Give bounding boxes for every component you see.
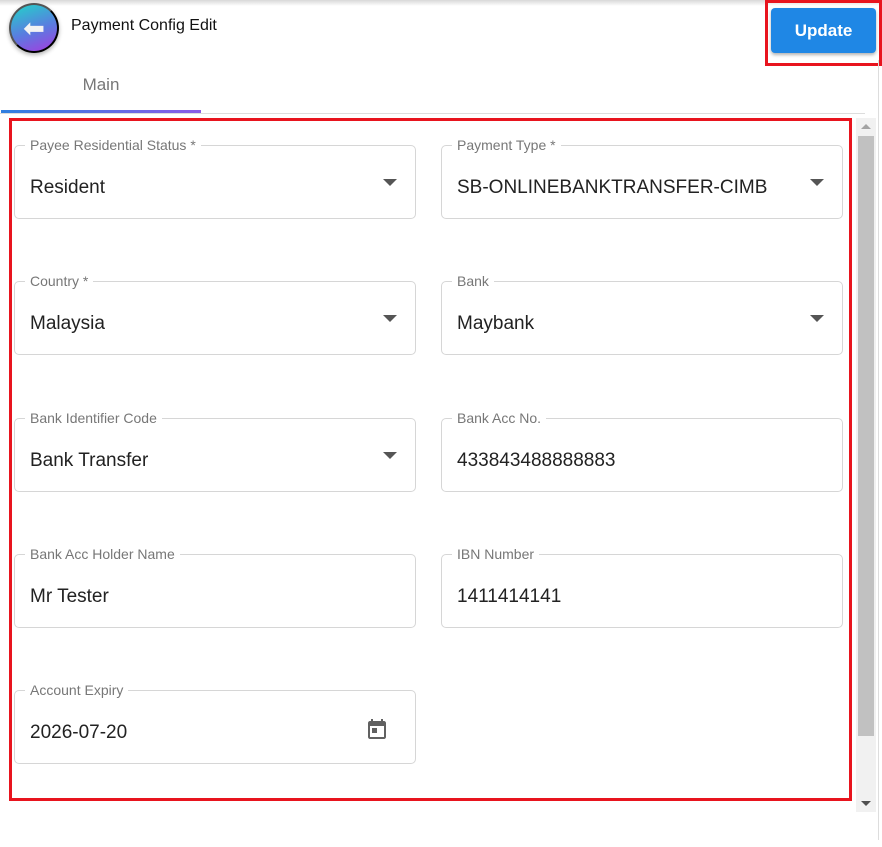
payee-residential-status-select[interactable]: Payee Residential Status * Resident bbox=[14, 137, 416, 219]
field-label: Account Expiry bbox=[25, 682, 129, 698]
field-label: IBN Number bbox=[452, 546, 540, 562]
field-label: Country * bbox=[25, 273, 94, 289]
calendar-icon[interactable] bbox=[365, 717, 389, 741]
scrollbar[interactable] bbox=[856, 118, 876, 812]
update-button[interactable]: Update bbox=[771, 8, 876, 53]
field-value: Bank Transfer bbox=[30, 450, 149, 471]
field-value: 433843488888883 bbox=[457, 450, 616, 471]
field-value: Malaysia bbox=[30, 313, 105, 334]
field-value: Resident bbox=[30, 177, 105, 198]
field-label: Bank bbox=[452, 273, 494, 289]
field-label: Bank Acc Holder Name bbox=[25, 546, 180, 562]
scrollbar-thumb[interactable] bbox=[858, 136, 874, 736]
field-label: Payment Type * bbox=[452, 137, 561, 153]
dropdown-caret-icon bbox=[810, 315, 824, 322]
field-label: Bank Identifier Code bbox=[25, 410, 162, 426]
bank-identifier-code-select[interactable]: Bank Identifier Code Bank Transfer bbox=[14, 410, 416, 492]
bank-select[interactable]: Bank Maybank bbox=[441, 273, 843, 355]
scroll-down-icon[interactable] bbox=[861, 801, 871, 806]
field-value: 2026-07-20 bbox=[30, 722, 128, 743]
field-label: Bank Acc No. bbox=[452, 410, 547, 426]
tab-main[interactable]: Main bbox=[1, 70, 201, 114]
reply-arrow-icon: ⬅ bbox=[23, 12, 45, 43]
bank-acc-holder-name-input[interactable]: Bank Acc Holder Name Mr Tester bbox=[14, 546, 416, 628]
dropdown-caret-icon bbox=[383, 315, 397, 322]
scroll-up-icon[interactable] bbox=[861, 124, 871, 129]
dropdown-caret-icon bbox=[810, 179, 824, 186]
dropdown-caret-icon bbox=[383, 179, 397, 186]
page-title: Payment Config Edit bbox=[71, 17, 217, 34]
back-button[interactable]: ⬅ bbox=[9, 3, 59, 53]
dropdown-caret-icon bbox=[383, 452, 397, 459]
field-value: Maybank bbox=[457, 313, 535, 334]
top-shadow bbox=[0, 0, 882, 6]
tab-divider bbox=[0, 113, 865, 114]
field-label: Payee Residential Status * bbox=[25, 137, 201, 153]
field-value: 1411414141 bbox=[457, 586, 562, 607]
country-select[interactable]: Country * Malaysia bbox=[14, 273, 416, 355]
account-expiry-date-input[interactable]: Account Expiry 2026-07-20 bbox=[14, 682, 416, 764]
ibn-number-input[interactable]: IBN Number 1411414141 bbox=[441, 546, 843, 628]
bank-acc-no-input[interactable]: Bank Acc No. 433843488888883 bbox=[441, 410, 843, 492]
payment-type-select[interactable]: Payment Type * SB-ONLINEBANKTRANSFER-CIMB bbox=[441, 137, 843, 219]
field-value: SB-ONLINEBANKTRANSFER-CIMB bbox=[457, 177, 768, 198]
divider bbox=[878, 60, 879, 840]
field-value: Mr Tester bbox=[30, 586, 109, 607]
